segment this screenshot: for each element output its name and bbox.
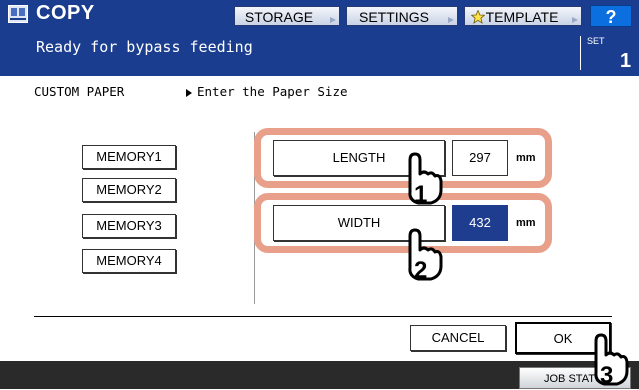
arrow-icon bbox=[572, 17, 578, 23]
memory2-button[interactable]: MEMORY2 bbox=[82, 178, 176, 202]
step-number: 3 bbox=[600, 362, 613, 389]
hand-pointer-icon: 3 bbox=[594, 333, 629, 389]
step-number: 2 bbox=[414, 257, 427, 284]
template-label: TEMPLATE bbox=[485, 9, 559, 25]
settings-button[interactable]: SETTINGS bbox=[346, 6, 458, 26]
star-icon bbox=[471, 10, 485, 24]
template-button[interactable]: TEMPLATE bbox=[464, 6, 582, 26]
message-bar: Ready for bypass feeding SET 1 bbox=[0, 28, 639, 76]
hand-pointer-icon: 1 bbox=[408, 152, 443, 208]
hint-text: Enter the Paper Size bbox=[197, 84, 348, 99]
copy-icon bbox=[8, 5, 28, 23]
hand-pointer-icon: 2 bbox=[408, 228, 443, 284]
width-unit: mm bbox=[516, 217, 536, 229]
memory4-button[interactable]: MEMORY4 bbox=[82, 249, 176, 273]
storage-button[interactable]: STORAGE bbox=[234, 6, 340, 26]
section-hint: Enter the Paper Size bbox=[186, 84, 348, 99]
memory3-button[interactable]: MEMORY3 bbox=[82, 214, 176, 238]
pointer-icon bbox=[186, 88, 192, 97]
status-message: Ready for bypass feeding bbox=[36, 38, 253, 56]
title-bar: COPY STORAGE SETTINGS TEMPLATE ? bbox=[0, 0, 639, 28]
separator-line bbox=[34, 316, 612, 317]
settings-label: SETTINGS bbox=[358, 9, 429, 25]
help-button[interactable]: ? bbox=[590, 5, 632, 27]
cancel-button[interactable]: CANCEL bbox=[410, 325, 506, 351]
app-title: COPY bbox=[36, 2, 95, 24]
arrow-icon bbox=[448, 17, 454, 23]
arrow-icon bbox=[330, 17, 336, 23]
width-value: 432 bbox=[452, 205, 508, 241]
storage-label: STORAGE bbox=[244, 9, 314, 25]
section-title: CUSTOM PAPER bbox=[34, 84, 125, 99]
set-count: 1 bbox=[620, 50, 632, 72]
length-value: 297 bbox=[452, 140, 508, 176]
length-unit: mm bbox=[516, 152, 536, 164]
memory1-button[interactable]: MEMORY1 bbox=[82, 145, 176, 169]
footer-bar: JOB STATUS bbox=[0, 361, 639, 389]
set-label: SET bbox=[587, 36, 605, 46]
step-number: 1 bbox=[414, 181, 427, 208]
divider bbox=[580, 36, 581, 70]
